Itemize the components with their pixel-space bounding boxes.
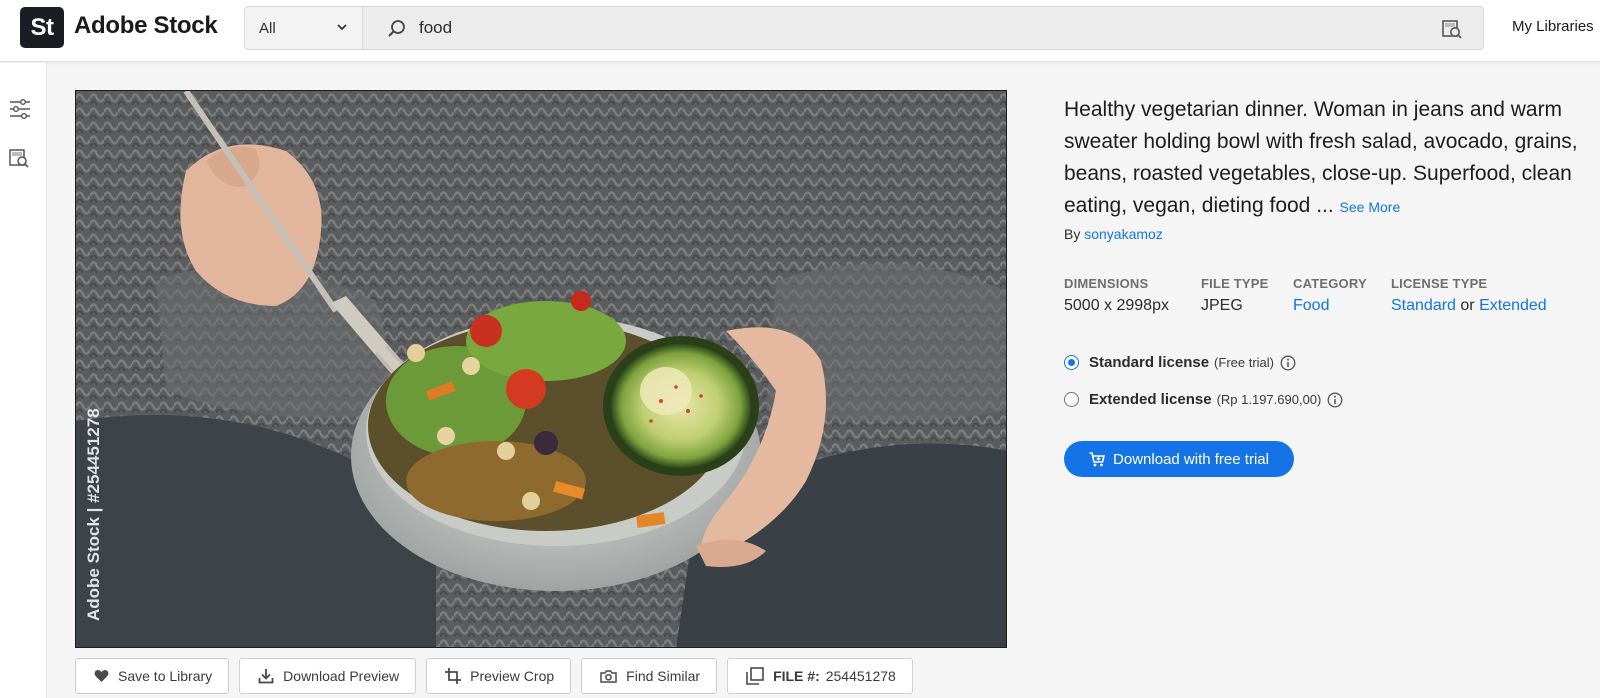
dimensions-label: DIMENSIONS <box>1064 276 1149 291</box>
download-free-trial-label: Download with free trial <box>1113 450 1269 468</box>
save-to-library-label: Save to Library <box>118 668 213 684</box>
find-similar-label: Find Similar <box>626 668 701 684</box>
extended-license-radio[interactable] <box>1064 392 1079 407</box>
standard-license-name: Standard license <box>1089 354 1210 371</box>
crop-icon <box>445 668 462 684</box>
category-label: CATEGORY <box>1293 276 1367 291</box>
chevron-down-icon <box>337 24 347 31</box>
asset-preview-image[interactable]: Adobe Stock | #254451278 <box>75 90 1007 648</box>
byline-prefix: By <box>1064 226 1081 242</box>
standard-license-link[interactable]: Standard <box>1391 297 1456 314</box>
heart-icon <box>94 669 109 682</box>
info-icon[interactable] <box>1280 355 1296 371</box>
standard-license-radio[interactable] <box>1064 355 1079 370</box>
visual-search-icon[interactable] <box>1441 18 1463 40</box>
asset-actions: Save to Library Download Preview Preview… <box>75 658 913 694</box>
extended-license-price: (Rp 1.197.690,00) <box>1216 392 1322 407</box>
license-or-text: or <box>1460 297 1475 314</box>
extended-license-name: Extended license <box>1089 391 1212 408</box>
category-link[interactable]: Food <box>1293 297 1367 315</box>
adobe-stock-logo[interactable]: St <box>20 7 64 48</box>
author-link[interactable]: sonyakamoz <box>1084 226 1163 242</box>
visual-search-rail-icon[interactable] <box>8 147 30 169</box>
license-type-value: Standard or Extended <box>1391 297 1547 315</box>
meta-category: CATEGORY Food <box>1293 276 1367 315</box>
camera-icon <box>600 670 617 683</box>
asset-title-text: Healthy vegetarian dinner. Woman in jean… <box>1064 98 1578 217</box>
extended-license-option[interactable]: Extended license (Rp 1.197.690,00) <box>1064 391 1343 408</box>
file-number-button[interactable]: FILE #: 254451278 <box>727 658 913 694</box>
preview-crop-button[interactable]: Preview Crop <box>426 658 572 694</box>
file-number-value: 254451278 <box>825 668 896 684</box>
search-bar: All <box>244 6 1484 50</box>
my-libraries-link[interactable]: My Libraries <box>1512 18 1594 35</box>
meta-file-type: FILE TYPE JPEG <box>1201 276 1269 315</box>
file-type-value: JPEG <box>1201 297 1243 314</box>
find-similar-button[interactable]: Find Similar <box>581 658 718 694</box>
download-preview-label: Download Preview <box>283 668 400 684</box>
copy-icon <box>746 667 764 685</box>
filters-icon[interactable] <box>8 98 32 120</box>
dimensions-value: 5000 x 2998px <box>1064 297 1169 314</box>
download-preview-button[interactable]: Download Preview <box>239 658 417 694</box>
download-icon <box>258 669 274 684</box>
top-header: St Adobe Stock All My Libraries <box>0 0 1600 62</box>
search-scope-value: All <box>259 19 276 37</box>
search-icon <box>388 20 405 37</box>
standard-license-price: (Free trial) <box>1214 355 1274 370</box>
logo-text: St <box>30 13 55 41</box>
preview-crop-label: Preview Crop <box>470 668 555 684</box>
save-to-library-button[interactable]: Save to Library <box>75 658 230 694</box>
author-byline: By sonyakamoz <box>1064 226 1163 242</box>
cart-icon <box>1089 451 1106 466</box>
standard-license-option[interactable]: Standard license (Free trial) <box>1064 354 1296 371</box>
extended-license-link[interactable]: Extended <box>1479 297 1547 314</box>
search-scope-select[interactable]: All <box>245 7 363 49</box>
brand-name[interactable]: Adobe Stock <box>74 12 218 40</box>
meta-license-type: LICENSE TYPE Standard or Extended <box>1391 276 1547 315</box>
meta-dimensions: DIMENSIONS 5000 x 2998px <box>1064 276 1169 315</box>
download-free-trial-button[interactable]: Download with free trial <box>1064 441 1294 477</box>
info-icon[interactable] <box>1327 392 1343 408</box>
left-rail <box>0 63 47 698</box>
side-watermark: Adobe Stock | #254451278 <box>84 408 103 621</box>
see-more-link[interactable]: See More <box>1340 199 1401 215</box>
license-type-label: LICENSE TYPE <box>1391 276 1488 291</box>
file-number-label: FILE #: <box>773 668 820 684</box>
search-input[interactable] <box>419 11 1399 45</box>
file-type-label: FILE TYPE <box>1201 276 1269 291</box>
food-bowl-illustration <box>76 91 1006 647</box>
asset-title: Healthy vegetarian dinner. Woman in jean… <box>1064 94 1594 223</box>
